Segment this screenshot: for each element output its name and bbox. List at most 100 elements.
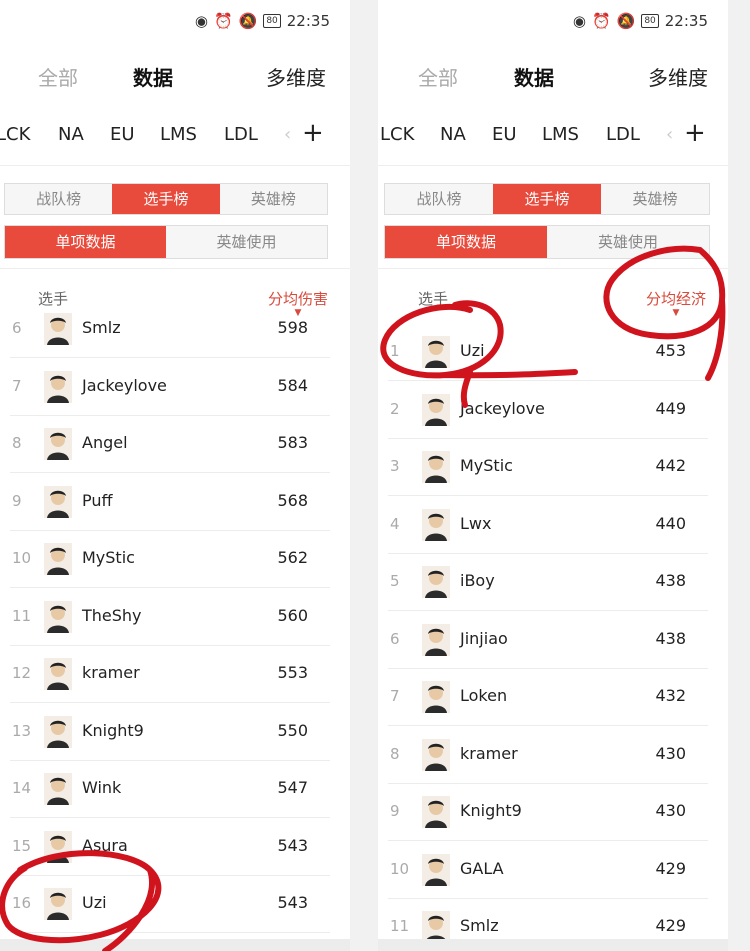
player-rank: 11 xyxy=(390,917,410,935)
tab-hero-ranking[interactable]: 英雄榜 xyxy=(220,184,327,214)
status-time: 22:35 xyxy=(664,12,708,30)
top-nav: 全部 数据 多维度 xyxy=(0,62,350,94)
player-row[interactable]: 10 MyStic 562 xyxy=(0,531,350,588)
player-rank: 4 xyxy=(390,514,400,533)
player-row[interactable]: 11 TheShy 560 xyxy=(0,589,350,646)
player-rank: 15 xyxy=(12,836,32,855)
player-row[interactable]: 12 kramer 553 xyxy=(0,646,350,703)
player-rank: 2 xyxy=(390,399,400,418)
league-tab-eu[interactable]: EU xyxy=(492,124,517,145)
tab-hero-ranking[interactable]: 英雄榜 xyxy=(601,184,709,214)
tab-single-stat[interactable]: 单项数据 xyxy=(5,226,166,258)
player-row[interactable]: 9 Puff 568 xyxy=(0,474,350,531)
player-stat-value: 449 xyxy=(655,398,686,418)
league-tab-lck[interactable]: LCK xyxy=(0,124,30,145)
tab-hero-usage[interactable]: 英雄使用 xyxy=(166,226,327,258)
league-tab-eu[interactable]: EU xyxy=(110,124,135,145)
league-tabs: LCK NA EU LMS LDL ‹ + xyxy=(0,118,350,154)
status-bar: ◉ ⏰ 🔕 80 22:35 xyxy=(573,12,708,30)
player-avatar-icon xyxy=(422,623,450,656)
player-row[interactable]: 5 iBoy 438 xyxy=(378,554,728,611)
tab-team-ranking[interactable]: 战队榜 xyxy=(385,184,493,214)
player-row[interactable]: 8 Angel 583 xyxy=(0,416,350,473)
add-league-button[interactable]: + xyxy=(302,118,324,148)
player-name: Knight9 xyxy=(82,720,144,740)
player-row[interactable]: 6 Jinjiao 438 xyxy=(378,612,728,669)
top-nav: 全部 数据 多维度 xyxy=(378,62,728,94)
player-row[interactable]: 9 Knight9 430 xyxy=(378,784,728,841)
player-row[interactable]: 8 kramer 430 xyxy=(378,727,728,784)
alarm-icon: ⏰ xyxy=(591,11,611,30)
player-avatar-icon xyxy=(422,393,450,426)
player-avatar-icon xyxy=(422,853,450,886)
player-avatar-icon xyxy=(44,658,72,690)
tab-all[interactable]: 全部 xyxy=(418,62,458,91)
tab-player-ranking[interactable]: 选手榜 xyxy=(493,184,601,214)
left-screen: ◉ ⏰ 🔕 80 22:35 全部 数据 多维度 LCK NA EU LMS L… xyxy=(0,0,350,951)
player-row[interactable]: 6 Smlz 598 xyxy=(0,301,350,358)
player-name: TheShy xyxy=(82,605,142,625)
divider xyxy=(0,165,350,166)
player-row[interactable]: 3 MyStic 442 xyxy=(378,439,728,496)
player-rank: 9 xyxy=(390,802,400,820)
player-name: Wink xyxy=(82,778,122,797)
eye-icon: ◉ xyxy=(572,11,586,30)
player-rank: 8 xyxy=(390,744,400,763)
player-stat-value: 543 xyxy=(277,835,308,855)
sort-desc-icon: ▼ xyxy=(672,308,680,318)
league-more-indicator: ‹ xyxy=(666,124,674,145)
tab-single-stat[interactable]: 单项数据 xyxy=(385,226,547,258)
player-row[interactable]: 1 Uzi 453 xyxy=(378,324,728,381)
player-rank: 11 xyxy=(12,606,32,625)
player-row[interactable]: 16 Uzi 543 xyxy=(0,876,350,933)
sort-column-label: 分均经济 xyxy=(645,290,706,308)
tab-hero-usage[interactable]: 英雄使用 xyxy=(547,226,709,258)
league-tab-lms[interactable]: LMS xyxy=(542,124,579,145)
bottom-bar xyxy=(378,939,728,951)
sort-column-gold-per-minute[interactable]: 分均经济 ▼ xyxy=(645,288,706,318)
tab-data[interactable]: 数据 xyxy=(133,62,173,91)
player-avatar-icon xyxy=(422,451,450,483)
league-tab-ldl[interactable]: LDL xyxy=(606,124,640,145)
player-name: kramer xyxy=(460,743,518,763)
player-avatar-icon xyxy=(44,888,72,920)
league-tab-lms[interactable]: LMS xyxy=(160,124,197,145)
bell-off-icon: 🔕 xyxy=(238,11,258,30)
player-name: Jackeylove xyxy=(460,398,545,418)
player-name: Angel xyxy=(82,433,128,452)
tab-multi-dimension[interactable]: 多维度 xyxy=(648,62,708,91)
tab-team-ranking[interactable]: 战队榜 xyxy=(5,184,112,214)
ranking-type-switch: 战队榜 选手榜 英雄榜 xyxy=(4,183,328,215)
player-row[interactable]: 15 Asura 543 xyxy=(0,819,350,876)
player-stat-value: 430 xyxy=(655,743,686,763)
tab-data[interactable]: 数据 xyxy=(514,62,554,91)
player-row[interactable]: 14 Wink 547 xyxy=(0,761,350,818)
player-stat-value: 430 xyxy=(655,801,686,820)
tab-all[interactable]: 全部 xyxy=(38,62,78,91)
league-tab-ldl[interactable]: LDL xyxy=(224,124,258,145)
player-rank: 8 xyxy=(12,434,22,452)
player-stat-value: 432 xyxy=(655,686,686,705)
tab-multi-dimension[interactable]: 多维度 xyxy=(266,62,326,91)
player-row[interactable]: 13 Knight9 550 xyxy=(0,704,350,761)
player-rank: 10 xyxy=(12,549,32,567)
player-rank: 14 xyxy=(12,779,32,797)
player-name: MyStic xyxy=(460,456,513,475)
player-avatar-icon xyxy=(44,428,72,460)
player-rank: 13 xyxy=(12,721,32,740)
league-tab-na[interactable]: NA xyxy=(440,124,466,145)
player-row[interactable]: 7 Loken 432 xyxy=(378,669,728,726)
player-row[interactable]: 10 GALA 429 xyxy=(378,842,728,899)
player-row[interactable]: 2 Jackeylove 449 xyxy=(378,382,728,439)
player-row[interactable]: 7 Jackeylove 584 xyxy=(0,359,350,416)
player-row[interactable]: 4 Lwx 440 xyxy=(378,497,728,554)
add-league-button[interactable]: + xyxy=(684,118,706,148)
player-name: GALA xyxy=(460,858,504,878)
league-tab-na[interactable]: NA xyxy=(58,124,84,145)
league-tab-lck[interactable]: LCK xyxy=(380,124,414,145)
divider xyxy=(378,268,728,269)
player-stat-value: 584 xyxy=(277,375,308,395)
player-stat-value: 429 xyxy=(655,858,686,878)
player-rank: 5 xyxy=(390,572,400,590)
tab-player-ranking[interactable]: 选手榜 xyxy=(112,184,220,214)
